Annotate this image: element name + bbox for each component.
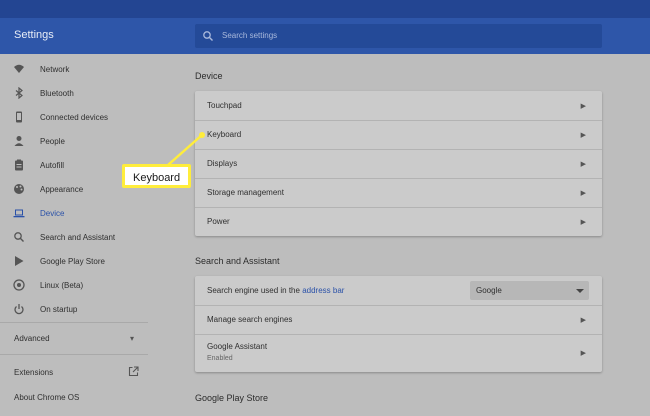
callout-label: Keyboard	[133, 172, 181, 184]
keyboard-callout: Keyboard	[122, 164, 191, 188]
callout-pointer	[167, 132, 205, 166]
